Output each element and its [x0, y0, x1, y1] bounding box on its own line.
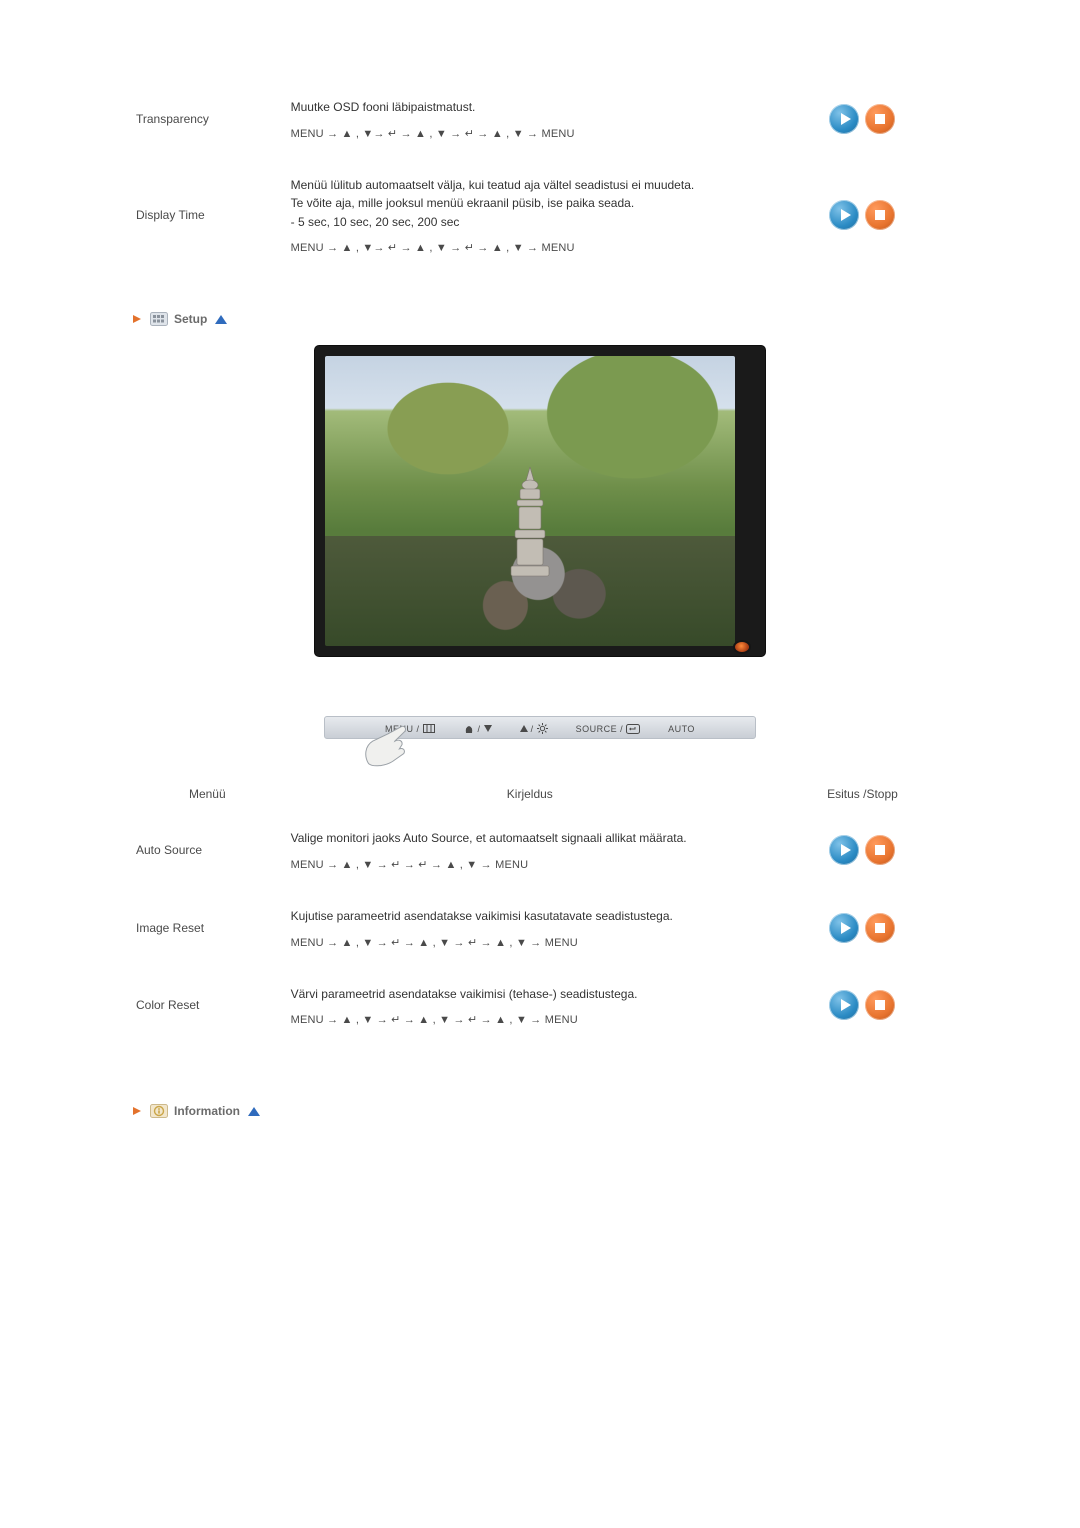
stop-icon	[875, 1000, 885, 1010]
hand-icon	[357, 722, 414, 769]
header-menu: Menüü	[189, 787, 226, 801]
stop-button[interactable]	[865, 990, 895, 1020]
arrow-icon	[130, 1104, 144, 1118]
chevron-up-icon	[215, 315, 227, 324]
osd-table: Transparency Muutke OSD fooni läbipaistm…	[130, 80, 950, 272]
play-icon	[841, 922, 851, 934]
stop-button[interactable]	[865, 835, 895, 865]
setup-box-icon	[150, 312, 168, 326]
play-icon	[841, 844, 851, 856]
chevron-up-icon	[248, 1107, 260, 1116]
table-row: Color Reset Värvi parameetrid asendataks…	[130, 967, 950, 1045]
nav-path: MENU → ▲ , ▼→ ↵ → ▲ , ▼ → ↵ → ▲ , ▼ → ME…	[291, 241, 769, 254]
table-row: Auto Source Valige monitori jaoks Auto S…	[130, 811, 950, 889]
play-stop-controls	[829, 990, 895, 1020]
play-stop-controls	[829, 913, 895, 943]
bar-source-text: SOURCE /	[576, 724, 624, 734]
menu-item-auto-source: Auto Source	[136, 843, 202, 857]
header-play: Esitus /Stopp	[827, 787, 898, 801]
enter-glyph-icon	[626, 724, 640, 734]
stop-button[interactable]	[865, 104, 895, 134]
nav-path: MENU → ▲ , ▼ → ↵ → ▲ , ▼ → ↵ → ▲ , ▼ → M…	[291, 1013, 769, 1026]
table-row: Display Time Menüü lülitub automaatselt …	[130, 158, 950, 273]
menu-item-image-reset: Image Reset	[136, 921, 204, 935]
setup-headers: Menüü Kirjeldus Esitus /Stopp	[130, 769, 950, 811]
stop-icon	[875, 114, 885, 124]
info-box-icon	[150, 1104, 168, 1118]
play-stop-controls	[829, 104, 895, 134]
monitor-illustration	[130, 346, 950, 656]
page-root: Transparency Muutke OSD fooni läbipaistm…	[0, 0, 1080, 1528]
setup-table: Menüü Kirjeldus Esitus /Stopp Auto Sourc…	[130, 769, 950, 1044]
bar-slash: /	[531, 724, 534, 734]
triangle-up-icon	[520, 725, 528, 733]
bar-slash: /	[478, 724, 481, 734]
bar-contrast: /	[463, 723, 492, 734]
stupa-shape	[507, 467, 553, 577]
play-button[interactable]	[829, 990, 859, 1020]
table-row: Image Reset Kujutise parameetrid asendat…	[130, 889, 950, 967]
desc-text: Värvi parameetrid asendatakse vaikimisi …	[291, 985, 769, 1004]
bar-bright: /	[520, 723, 548, 734]
play-button[interactable]	[829, 913, 859, 943]
play-icon	[841, 999, 851, 1011]
section-header-information: Information	[130, 1104, 950, 1118]
play-stop-controls	[829, 835, 895, 865]
bar-auto: AUTO	[668, 723, 695, 734]
play-icon	[841, 209, 851, 221]
play-stop-controls	[829, 200, 895, 230]
button-bar: MENU / / / SOURCE / AUTO	[324, 716, 756, 739]
menu-item-transparency: Transparency	[136, 112, 209, 126]
bar-source: SOURCE /	[576, 723, 641, 734]
arrow-icon	[130, 312, 144, 326]
menu-glyph-icon	[423, 724, 435, 733]
section-header-setup: Setup	[130, 312, 950, 326]
section-title: Information	[174, 1104, 240, 1118]
play-icon	[841, 113, 851, 125]
nav-path: MENU → ▲ , ▼→ ↵ → ▲ , ▼ → ↵ → ▲ , ▼ → ME…	[291, 127, 769, 140]
play-button[interactable]	[829, 200, 859, 230]
button-bar-illustration: MENU / / / SOURCE / AUTO	[130, 716, 950, 739]
menu-item-display-time: Display Time	[136, 208, 205, 222]
contrast-icon	[463, 724, 475, 734]
play-button[interactable]	[829, 835, 859, 865]
menu-item-color-reset: Color Reset	[136, 998, 199, 1012]
play-button[interactable]	[829, 104, 859, 134]
stop-icon	[875, 923, 885, 933]
table-row: Transparency Muutke OSD fooni läbipaistm…	[130, 80, 950, 158]
desc-text: Valige monitori jaoks Auto Source, et au…	[291, 829, 769, 848]
stop-button[interactable]	[865, 200, 895, 230]
stop-icon	[875, 845, 885, 855]
sun-icon	[537, 723, 548, 734]
monitor-frame	[315, 346, 765, 656]
nav-path: MENU → ▲ , ▼ → ↵ → ▲ , ▼ → ↵ → ▲ , ▼ → M…	[291, 936, 769, 949]
desc-text: Kujutise parameetrid asendatakse vaikimi…	[291, 907, 769, 926]
stop-icon	[875, 210, 885, 220]
section-title: Setup	[174, 312, 207, 326]
desc-text: Menüü lülitub automaatselt välja, kui te…	[291, 176, 769, 232]
triangle-down-icon	[484, 725, 492, 733]
monitor-screen	[325, 356, 735, 646]
stop-button[interactable]	[865, 913, 895, 943]
desc-text: Muutke OSD fooni läbipaistmatust.	[291, 98, 769, 117]
nav-path: MENU → ▲ , ▼ → ↵ → ↵ → ▲ , ▼ → MENU	[291, 858, 769, 871]
header-desc: Kirjeldus	[507, 787, 553, 801]
monitor-power-led	[735, 642, 749, 652]
